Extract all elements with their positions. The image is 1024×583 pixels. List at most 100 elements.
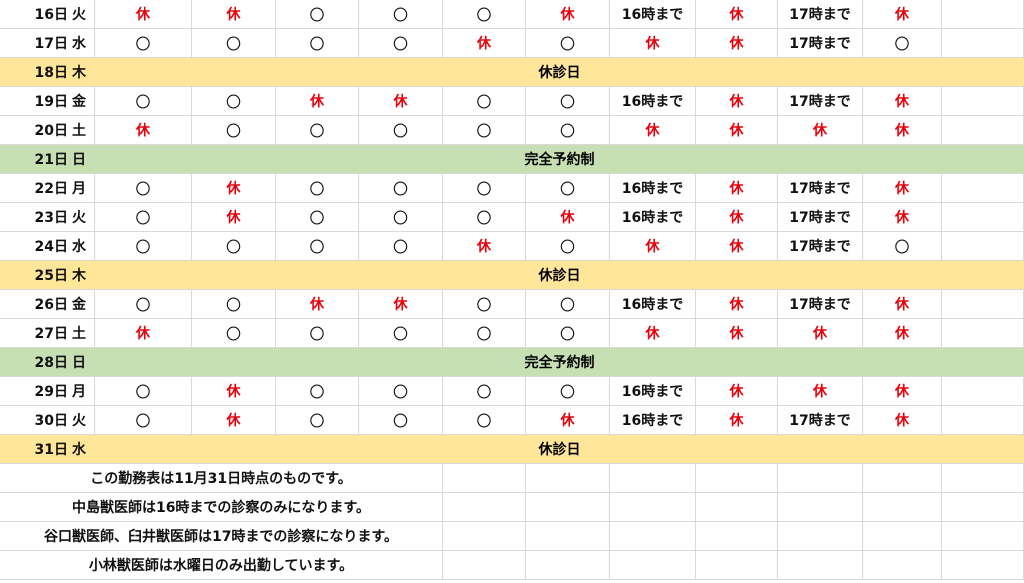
available-cell[interactable]: 〇 [276, 232, 359, 261]
off-cell[interactable]: 休 [610, 29, 696, 58]
available-cell[interactable]: 〇 [443, 0, 526, 29]
empty-cell[interactable] [942, 87, 1024, 116]
empty-cell[interactable] [610, 522, 696, 551]
date-cell[interactable]: 29日 [0, 377, 70, 406]
weekday-cell[interactable]: 水 [70, 29, 95, 58]
available-cell[interactable]: 〇 [526, 87, 610, 116]
off-cell[interactable]: 休 [696, 377, 778, 406]
available-cell[interactable]: 〇 [359, 0, 443, 29]
empty-cell[interactable] [443, 493, 526, 522]
available-cell[interactable]: 〇 [95, 29, 192, 58]
date-cell[interactable]: 27日 [0, 319, 70, 348]
available-cell[interactable]: 〇 [192, 116, 276, 145]
empty-cell[interactable] [443, 464, 526, 493]
empty-cell[interactable] [942, 464, 1024, 493]
off-cell[interactable]: 休 [192, 0, 276, 29]
hours-cell[interactable]: 16時まで [610, 0, 696, 29]
empty-cell[interactable] [696, 551, 778, 580]
weekday-cell[interactable]: 土 [70, 116, 95, 145]
date-cell[interactable]: 28日 [0, 348, 70, 377]
date-cell[interactable]: 22日 [0, 174, 70, 203]
empty-cell[interactable] [942, 0, 1024, 29]
available-cell[interactable]: 〇 [95, 377, 192, 406]
off-cell[interactable]: 休 [863, 116, 942, 145]
weekday-cell[interactable]: 火 [70, 203, 95, 232]
weekday-cell[interactable]: 火 [70, 406, 95, 435]
empty-cell[interactable] [863, 551, 942, 580]
available-cell[interactable]: 〇 [443, 87, 526, 116]
empty-cell[interactable] [863, 493, 942, 522]
available-cell[interactable]: 〇 [95, 290, 192, 319]
empty-cell[interactable] [443, 522, 526, 551]
date-cell[interactable]: 18日 [0, 58, 70, 87]
empty-cell[interactable] [942, 522, 1024, 551]
off-cell[interactable]: 休 [696, 290, 778, 319]
date-cell[interactable]: 16日 [0, 0, 70, 29]
weekday-cell[interactable]: 日 [70, 145, 95, 174]
empty-cell[interactable] [526, 464, 610, 493]
available-cell[interactable]: 〇 [95, 203, 192, 232]
available-cell[interactable]: 〇 [95, 232, 192, 261]
available-cell[interactable]: 〇 [192, 87, 276, 116]
empty-cell[interactable] [778, 522, 863, 551]
hours-cell[interactable]: 17時まで [778, 232, 863, 261]
empty-cell[interactable] [942, 406, 1024, 435]
empty-cell[interactable] [610, 551, 696, 580]
off-cell[interactable]: 休 [778, 116, 863, 145]
available-cell[interactable]: 〇 [863, 29, 942, 58]
empty-cell[interactable] [696, 522, 778, 551]
off-cell[interactable]: 休 [192, 203, 276, 232]
empty-cell[interactable] [778, 464, 863, 493]
closed-day-band[interactable]: 休診日 [95, 261, 1024, 290]
empty-cell[interactable] [942, 203, 1024, 232]
available-cell[interactable]: 〇 [359, 29, 443, 58]
available-cell[interactable]: 〇 [526, 319, 610, 348]
available-cell[interactable]: 〇 [443, 406, 526, 435]
off-cell[interactable]: 休 [778, 319, 863, 348]
off-cell[interactable]: 休 [95, 0, 192, 29]
hours-cell[interactable]: 16時まで [610, 406, 696, 435]
empty-cell[interactable] [526, 551, 610, 580]
off-cell[interactable]: 休 [696, 116, 778, 145]
available-cell[interactable]: 〇 [359, 203, 443, 232]
off-cell[interactable]: 休 [863, 406, 942, 435]
off-cell[interactable]: 休 [696, 319, 778, 348]
empty-cell[interactable] [778, 493, 863, 522]
weekday-cell[interactable]: 月 [70, 377, 95, 406]
reservation-only-band[interactable]: 完全予約制 [95, 145, 1024, 174]
empty-cell[interactable] [863, 522, 942, 551]
off-cell[interactable]: 休 [610, 116, 696, 145]
date-cell[interactable]: 24日 [0, 232, 70, 261]
date-cell[interactable]: 21日 [0, 145, 70, 174]
hours-cell[interactable]: 17時まで [778, 87, 863, 116]
note-line[interactable]: この勤務表は11月31日時点のものです。 [0, 464, 443, 493]
available-cell[interactable]: 〇 [276, 406, 359, 435]
date-cell[interactable]: 23日 [0, 203, 70, 232]
weekday-cell[interactable]: 金 [70, 87, 95, 116]
available-cell[interactable]: 〇 [443, 290, 526, 319]
date-cell[interactable]: 25日 [0, 261, 70, 290]
available-cell[interactable]: 〇 [192, 319, 276, 348]
empty-cell[interactable] [942, 377, 1024, 406]
off-cell[interactable]: 休 [696, 29, 778, 58]
off-cell[interactable]: 休 [95, 319, 192, 348]
off-cell[interactable]: 休 [443, 29, 526, 58]
empty-cell[interactable] [610, 493, 696, 522]
hours-cell[interactable]: 17時まで [778, 290, 863, 319]
closed-day-band[interactable]: 休診日 [95, 435, 1024, 464]
available-cell[interactable]: 〇 [443, 203, 526, 232]
available-cell[interactable]: 〇 [276, 0, 359, 29]
off-cell[interactable]: 休 [276, 290, 359, 319]
available-cell[interactable]: 〇 [359, 232, 443, 261]
off-cell[interactable]: 休 [610, 319, 696, 348]
available-cell[interactable]: 〇 [526, 174, 610, 203]
off-cell[interactable]: 休 [276, 87, 359, 116]
available-cell[interactable]: 〇 [526, 232, 610, 261]
date-cell[interactable]: 17日 [0, 29, 70, 58]
empty-cell[interactable] [942, 29, 1024, 58]
available-cell[interactable]: 〇 [359, 116, 443, 145]
available-cell[interactable]: 〇 [359, 174, 443, 203]
available-cell[interactable]: 〇 [359, 406, 443, 435]
available-cell[interactable]: 〇 [276, 319, 359, 348]
hours-cell[interactable]: 17時まで [778, 203, 863, 232]
